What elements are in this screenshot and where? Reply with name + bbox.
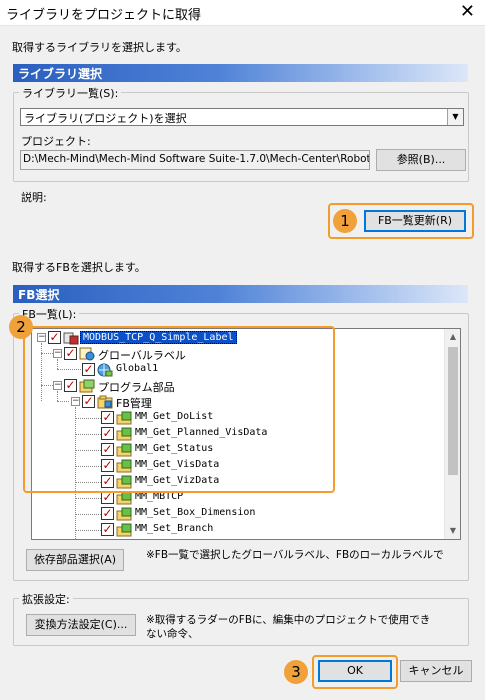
conversion-settings-button[interactable]: 変換方法設定(C)...: [26, 614, 136, 636]
fb-intro-text: 取得するFBを選択します。: [12, 261, 146, 274]
fb-icon: [116, 491, 132, 505]
close-icon[interactable]: ✕: [460, 1, 475, 23]
tree-connector: [75, 498, 101, 499]
cancel-button[interactable]: キャンセル: [400, 660, 472, 682]
chevron-down-icon[interactable]: ▼: [447, 109, 463, 125]
callout-badge-3: 3: [284, 660, 308, 684]
tree-scrollbar[interactable]: ▲ ▼: [444, 329, 460, 539]
fb-refresh-button[interactable]: FB一覧更新(R): [364, 210, 466, 232]
library-combo-value: ライブラリ(プロジェクト)を選択: [24, 112, 187, 125]
description-label: 説明:: [21, 191, 47, 204]
title-bar: ライブラリをプロジェクトに取得 ✕: [0, 0, 485, 26]
library-section-header: ライブラリ選択: [13, 64, 468, 82]
callout-box-2: [23, 326, 335, 493]
scrollbar-thumb[interactable]: [448, 347, 458, 475]
tree-connector: [75, 530, 101, 531]
checkbox-checked[interactable]: ✓: [101, 523, 114, 536]
library-combo[interactable]: ライブラリ(プロジェクト)を選択 ▼: [20, 108, 464, 126]
extension-legend: 拡張設定:: [19, 591, 73, 607]
project-path-field[interactable]: D:\Mech-Mind\Mech-Mind Software Suite-1.…: [20, 150, 370, 170]
window-title: ライブラリをプロジェクトに取得: [6, 8, 202, 23]
fb-icon: [116, 523, 132, 537]
scroll-down-icon[interactable]: ▼: [445, 523, 460, 539]
browse-button[interactable]: 参照(B)...: [376, 149, 466, 171]
dependency-select-button[interactable]: 依存部品選択(A): [26, 549, 124, 571]
extension-note-line1: ※取得するラダーのFBに、編集中のプロジェクトで使用でき: [146, 614, 431, 626]
fb-section-header: FB選択: [13, 285, 468, 303]
dependency-note: ※FB一覧で選択したグローバルラベル、FBのローカルラベルで: [146, 549, 444, 561]
project-label: プロジェクト:: [21, 135, 91, 148]
fb-icon: [116, 507, 132, 521]
tree-node-label: MM_Set_Branch: [135, 523, 214, 534]
scroll-up-icon[interactable]: ▲: [445, 329, 460, 345]
checkbox-checked[interactable]: ✓: [101, 507, 114, 520]
tree-node-label: MM_Set_Box_Dimension: [135, 507, 256, 518]
ok-button[interactable]: OK: [318, 660, 392, 682]
tree-node-fb[interactable]: ✓ MM_Set_Box_Dimension: [32, 506, 445, 522]
project-path-value: D:\Mech-Mind\Mech-Mind Software Suite-1.…: [23, 153, 370, 165]
tree-node-fb[interactable]: ✓ MM_Set_Branch: [32, 522, 445, 538]
tree-connector: [75, 514, 101, 515]
callout-badge-1: 1: [333, 209, 357, 233]
library-list-legend: ライブラリ一覧(S):: [19, 85, 122, 101]
callout-badge-2: 2: [9, 315, 33, 339]
intro-text: 取得するライブラリを選択します。: [12, 41, 187, 54]
extension-note-line2: ない命令、: [146, 628, 199, 640]
